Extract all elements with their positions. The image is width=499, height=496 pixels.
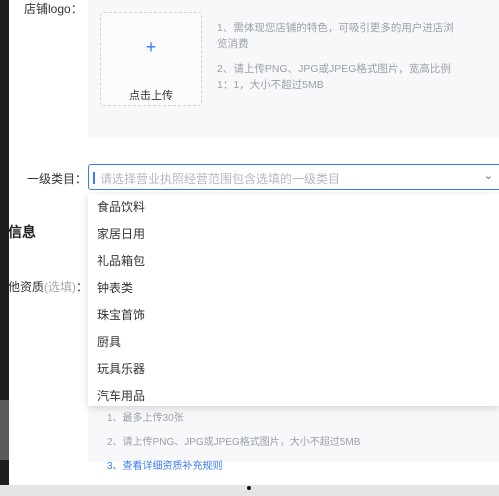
dropdown-option[interactable]: 厨具	[88, 329, 499, 356]
optional-hint: (选填)	[44, 280, 77, 294]
logo-upload-button[interactable]: + 点击上传	[100, 12, 202, 106]
left-edge-band	[0, 400, 9, 460]
store-logo-label: 店铺logo：	[24, 2, 83, 16]
dropdown-option[interactable]: 珠宝首饰	[88, 302, 499, 329]
dropdown-option[interactable]: 礼品箱包	[88, 248, 499, 275]
dropdown-option[interactable]: 汽车用品	[88, 383, 499, 406]
section-title: 信息	[8, 224, 36, 240]
qual-rules-link[interactable]: 3、查看详细资质补充规则	[107, 457, 223, 472]
category-label: 一级类目：	[27, 172, 88, 186]
category-dropdown: 食品饮料 家居日用 礼品箱包 钟表类 珠宝首饰 厨具 玩具乐器 汽车用品	[88, 194, 499, 406]
qualification-label-text: 他资质	[8, 280, 45, 294]
left-edge	[0, 0, 9, 496]
text-cursor	[93, 172, 95, 184]
chevron-down-icon[interactable]: ⌄	[484, 169, 493, 182]
logo-note-1: 1、需体现您店铺的特色，可吸引更多的用户进店浏览消费	[217, 22, 454, 50]
dropdown-option[interactable]: 钟表类	[88, 275, 499, 302]
plus-icon: +	[145, 37, 157, 57]
qual-note-1: 1、最多上传30张	[107, 413, 184, 424]
dropdown-option[interactable]: 食品饮料	[88, 194, 499, 221]
logo-note-2: 2、请上传PNG、JPG或JPEG格式图片，宽高比例1：1，大小不超过5MB	[217, 63, 451, 91]
category-select[interactable]: 请选择营业执照经营范围包含选填的一级类目 ⌄	[88, 164, 499, 190]
dropdown-option[interactable]: 家居日用	[88, 221, 499, 248]
page-dot	[247, 486, 251, 490]
qualification-label: 他资质(选填)：	[8, 278, 88, 295]
dropdown-option[interactable]: 玩具乐器	[88, 356, 499, 383]
upload-text: 点击上传	[129, 90, 173, 102]
category-placeholder: 请选择营业执照经营范围包含选填的一级类目	[100, 172, 341, 186]
qualification-colon: ：	[76, 280, 89, 294]
qual-note-2: 2、请上传PNG、JPG或JPEG格式图片，大小不超过5MB	[107, 437, 361, 448]
logo-upload-notes: 1、需体现您店铺的特色，可吸引更多的用户进店浏览消费 2、请上传PNG、JPG或…	[217, 20, 457, 102]
